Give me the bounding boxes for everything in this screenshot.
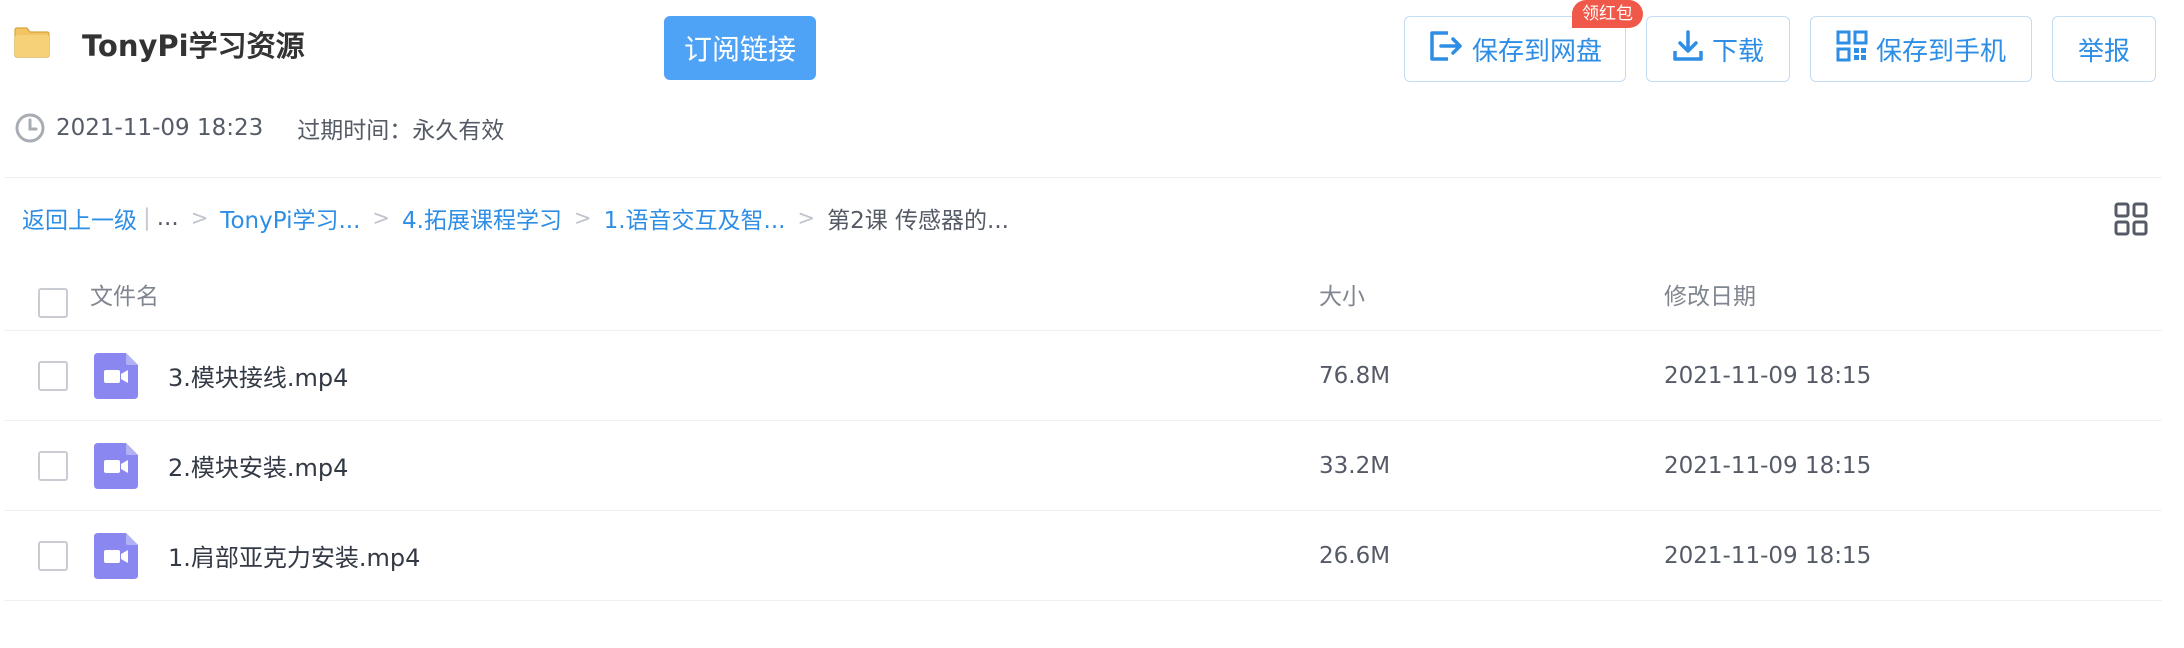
file-size: 33.2M: [1319, 452, 1391, 479]
row-checkbox[interactable]: [38, 361, 68, 391]
download-label: 下载: [1711, 36, 1764, 67]
breadcrumb-current: 第2课 传感器的...: [827, 208, 1009, 234]
video-file-icon: [94, 353, 138, 399]
save-to-phone-button[interactable]: 保存到手机: [1810, 16, 2032, 82]
breadcrumb-item[interactable]: TonyPi学习...: [220, 201, 360, 235]
download-button[interactable]: 下载: [1646, 16, 1790, 82]
file-date: 2021-11-09 18:15: [1664, 452, 1872, 479]
clock-icon: [14, 112, 46, 144]
chevron-right-icon: >: [797, 206, 816, 230]
row-checkbox[interactable]: [38, 541, 68, 571]
file-size: 76.8M: [1319, 362, 1391, 389]
breadcrumb: 返回上一级 | ... > TonyPi学习... > 4.拓展课程学习 > 1…: [22, 200, 1009, 236]
video-file-icon: [94, 533, 138, 579]
column-header-size[interactable]: 大小: [1319, 277, 1365, 311]
qr-code-icon: [1836, 30, 1868, 69]
file-date: 2021-11-09 18:15: [1664, 542, 1872, 569]
download-icon: [1672, 29, 1704, 70]
breadcrumb-item[interactable]: 4.拓展课程学习: [402, 201, 562, 235]
chevron-right-icon: >: [372, 206, 390, 230]
file-date: 2021-11-09 18:15: [1664, 362, 1872, 389]
video-file-icon: [94, 443, 138, 489]
file-name[interactable]: 3.模块接线.mp4: [168, 358, 348, 393]
table-row[interactable]: 1.肩部亚克力安装.mp4 26.6M 2021-11-09 18:15: [4, 511, 2162, 601]
expire-text: 过期时间：永久有效: [297, 118, 505, 144]
file-name[interactable]: 1.肩部亚克力安装.mp4: [168, 538, 420, 573]
red-envelope-badge[interactable]: 领红包: [1572, 0, 1643, 28]
share-meta: 2021-11-09 18:23 过期时间：永久有效: [14, 110, 504, 146]
breadcrumb-divider: |: [143, 205, 151, 231]
chevron-right-icon: >: [190, 206, 209, 230]
share-date: 2021-11-09 18:23: [56, 115, 264, 141]
subscribe-button[interactable]: 订阅链接: [664, 16, 816, 80]
report-button[interactable]: 举报: [2052, 16, 2156, 82]
file-name[interactable]: 2.模块安装.mp4: [168, 448, 348, 483]
save-to-phone-label: 保存到手机: [1875, 36, 2006, 67]
breadcrumb-item[interactable]: 1.语音交互及智...: [604, 201, 786, 235]
grid-view-icon[interactable]: [2114, 202, 2148, 236]
chevron-right-icon: >: [573, 206, 592, 230]
breadcrumb-ellipsis[interactable]: ...: [157, 205, 179, 231]
table-row[interactable]: 2.模块安装.mp4 33.2M 2021-11-09 18:15: [4, 421, 2162, 511]
divider: [4, 177, 2162, 178]
table-row[interactable]: 3.模块接线.mp4 76.8M 2021-11-09 18:15: [4, 331, 2162, 421]
file-table: 文件名 大小 修改日期 3.模块接线.mp4 76.8M 2021-11-09 …: [4, 258, 2162, 601]
file-size: 26.6M: [1319, 542, 1391, 569]
back-link[interactable]: 返回上一级: [22, 201, 137, 235]
select-all-checkbox[interactable]: [38, 288, 68, 318]
share-title: TonyPi学习资源: [82, 29, 305, 63]
save-to-disk-label: 保存到网盘: [1471, 36, 1602, 67]
table-header: 文件名 大小 修改日期: [4, 258, 2162, 331]
row-checkbox[interactable]: [38, 451, 68, 481]
column-header-name[interactable]: 文件名: [90, 277, 159, 311]
save-to-disk-icon: [1428, 29, 1464, 70]
folder-icon: [14, 26, 50, 58]
column-header-date[interactable]: 修改日期: [1664, 277, 1756, 311]
